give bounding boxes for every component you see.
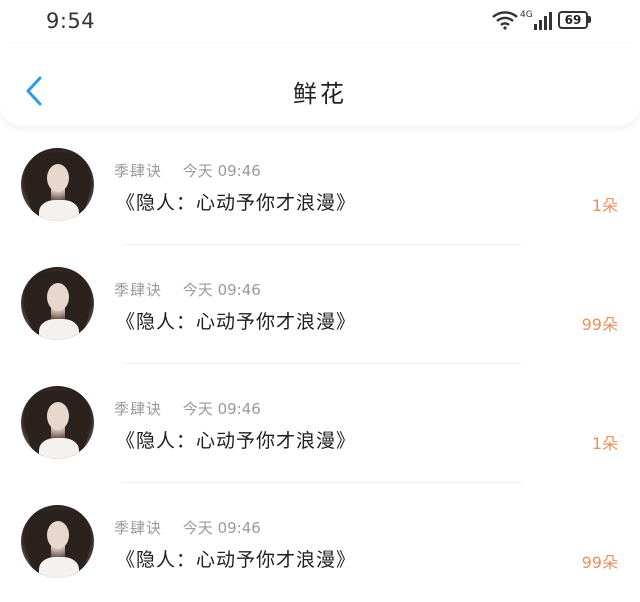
item-time: 09:46 <box>217 519 261 537</box>
battery-tip <box>588 16 591 23</box>
item-time: 09:46 <box>217 281 261 299</box>
item-time: 09:46 <box>217 400 261 418</box>
item-meta: 季肆诀 今天 09:46 <box>114 398 261 419</box>
flower-count: 99朵 <box>581 315 618 334</box>
flower-count: 1朵 <box>591 196 618 215</box>
book-title: 《隐人：心动予你才浪漫》 <box>116 430 357 452</box>
item-meta: 季肆诀 今天 09:46 <box>114 517 261 538</box>
book-title: 《隐人：心动予你才浪漫》 <box>116 192 357 214</box>
book-title: 《隐人：心动予你才浪漫》 <box>116 549 357 571</box>
item-date: 今天 <box>182 400 213 418</box>
sender-name: 季肆诀 <box>114 162 163 180</box>
status-time: 9:54 <box>46 9 96 33</box>
avatar[interactable] <box>21 505 94 578</box>
signal-icon <box>534 12 552 30</box>
flower-count: 1朵 <box>591 434 618 453</box>
avatar[interactable] <box>21 267 94 340</box>
book-title: 《隐人：心动予你才浪漫》 <box>116 311 357 333</box>
sender-name: 季肆诀 <box>114 400 163 418</box>
list-item[interactable]: 季肆诀 今天 09:46 《隐人：心动予你才浪漫》 99朵 <box>0 245 640 364</box>
item-date: 今天 <box>182 519 213 537</box>
gift-list: 季肆诀 今天 09:46 《隐人：心动予你才浪漫》 1朵 季肆诀 今天 09:4… <box>0 126 640 602</box>
flower-count: 99朵 <box>581 553 618 572</box>
page-title: 鲜花 <box>293 80 347 108</box>
battery-icon: 69 <box>558 11 588 29</box>
item-meta: 季肆诀 今天 09:46 <box>114 160 261 181</box>
item-time: 09:46 <box>217 162 261 180</box>
item-date: 今天 <box>182 162 213 180</box>
list-item[interactable]: 季肆诀 今天 09:46 《隐人：心动予你才浪漫》 1朵 <box>0 126 640 245</box>
list-item[interactable]: 季肆诀 今天 09:46 《隐人：心动予你才浪漫》 1朵 <box>0 364 640 483</box>
item-date: 今天 <box>182 281 213 299</box>
status-bar: 9:54 4G 69 <box>0 0 640 44</box>
avatar[interactable] <box>21 148 94 221</box>
item-meta: 季肆诀 今天 09:46 <box>114 279 261 300</box>
wifi-icon <box>492 11 518 30</box>
avatar[interactable] <box>21 386 94 459</box>
sender-name: 季肆诀 <box>114 519 163 537</box>
sender-name: 季肆诀 <box>114 281 163 299</box>
header: 鲜花 <box>0 44 640 126</box>
list-item[interactable]: 季肆诀 今天 09:46 《隐人：心动予你才浪漫》 99朵 <box>0 483 640 602</box>
